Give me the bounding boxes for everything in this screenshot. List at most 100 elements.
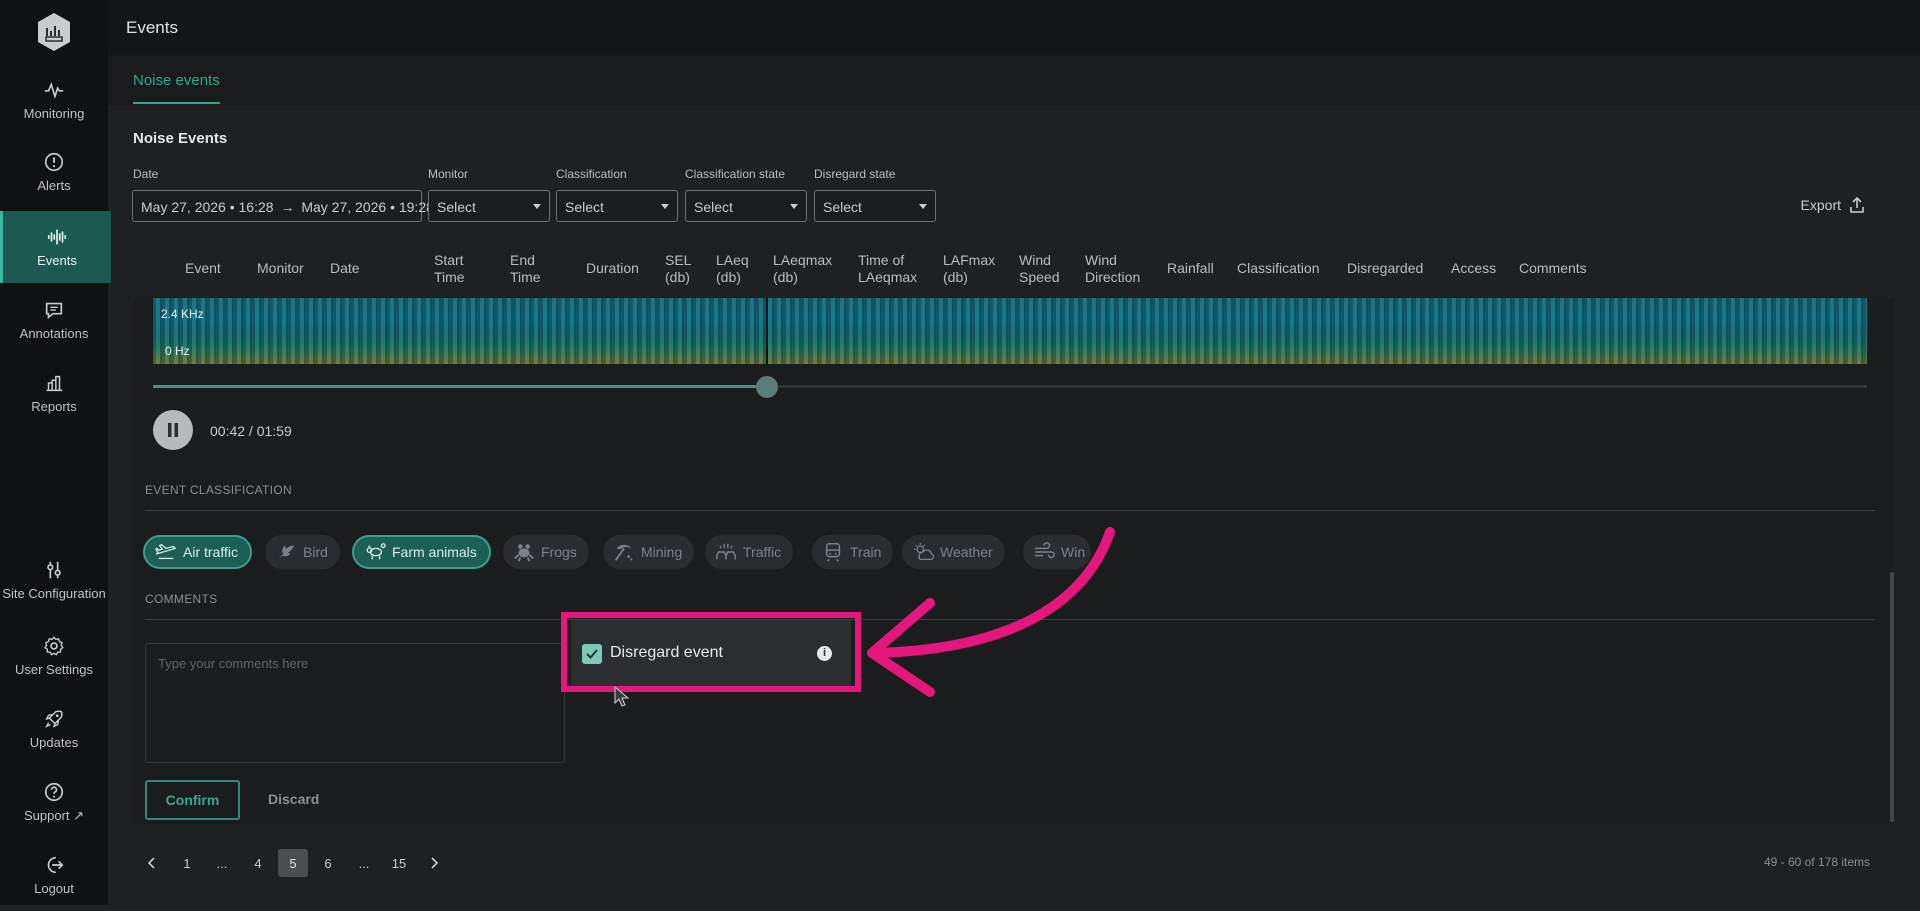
spectrogram-texture	[153, 298, 1867, 364]
sidebar-item-logout[interactable]: Logout	[0, 839, 108, 911]
column-header[interactable]: Rainfall	[1167, 260, 1214, 277]
scrollbar[interactable]	[1890, 572, 1894, 822]
classification-filter-label: Classification	[556, 167, 627, 181]
comments-heading: COMMENTS	[145, 592, 218, 606]
chip-farm-animals[interactable]: Farm animals	[352, 535, 491, 569]
disregard-state-select[interactable]: Select	[814, 190, 936, 222]
sidebar-item-events[interactable]: Events	[0, 211, 111, 283]
chip-air-traffic[interactable]: Air traffic	[143, 535, 252, 569]
pulse-icon	[44, 82, 64, 100]
upload-icon	[1850, 196, 1864, 213]
sidebar-item-label: Monitoring	[23, 106, 85, 121]
tab-noise-events[interactable]: Noise events	[133, 72, 220, 104]
sidebar-item-updates[interactable]: Updates	[0, 693, 108, 765]
logout-icon	[47, 856, 64, 874]
page-ellipsis[interactable]: ...	[207, 849, 237, 877]
sliders-icon	[47, 561, 61, 579]
column-header[interactable]: Disregarded	[1347, 260, 1423, 277]
bar-chart-icon	[46, 375, 63, 392]
sidebar: Monitoring Alerts Events Annotations Rep…	[0, 0, 111, 905]
discard-button[interactable]: Discard	[268, 791, 319, 807]
export-button[interactable]: Export	[1801, 196, 1865, 214]
next-page-button[interactable]	[420, 849, 450, 877]
column-header[interactable]: Wind Direction	[1085, 252, 1151, 286]
chip-traffic[interactable]: Traffic	[705, 535, 794, 569]
date-range-picker[interactable]: May 27, 2026 • 16:28 → May 27, 2026 • 19…	[132, 190, 434, 222]
chat-icon	[45, 302, 63, 320]
cars-icon	[716, 543, 736, 560]
caret-down-icon	[533, 204, 541, 209]
alert-icon	[44, 152, 64, 172]
chip-label: Mining	[641, 544, 683, 560]
caret-down-icon	[790, 204, 798, 209]
seek-handle[interactable]	[755, 376, 778, 398]
sidebar-item-label: Site Configuration	[2, 586, 106, 601]
page-button-active[interactable]: 5	[278, 849, 308, 877]
column-header[interactable]: Start Time	[434, 252, 474, 286]
chip-bird[interactable]: Bird	[265, 535, 340, 569]
sidebar-item-label: Events	[37, 253, 77, 268]
previous-page-button[interactable]	[136, 849, 166, 877]
column-header[interactable]: Classification	[1237, 260, 1319, 277]
page-button[interactable]: 4	[243, 849, 273, 877]
top-bar: Events	[108, 0, 1920, 55]
page-ellipsis[interactable]: ...	[349, 849, 379, 877]
chip-frogs[interactable]: Frogs	[503, 535, 589, 569]
arrow-right-icon: →	[280, 199, 295, 215]
sidebar-item-annotations[interactable]: Annotations	[0, 284, 108, 356]
bird-icon	[277, 545, 295, 560]
mouse-cursor-icon	[614, 686, 630, 707]
disregard-state-select-value: Select	[823, 199, 862, 215]
chevron-left-icon	[147, 857, 155, 869]
disregard-state-filter-label: Disregard state	[814, 167, 896, 181]
spectrogram-bottom-label: 0 Hz	[165, 344, 190, 358]
plane-icon	[155, 543, 177, 560]
column-header[interactable]: Monitor	[257, 260, 304, 277]
column-header[interactable]: SEL (db)	[665, 252, 695, 286]
page-title: Events	[126, 18, 178, 37]
sidebar-item-alerts[interactable]: Alerts	[0, 136, 108, 208]
seek-bar[interactable]	[153, 385, 1867, 388]
column-header[interactable]: Comments	[1519, 260, 1587, 277]
classification-select[interactable]: Select	[556, 190, 678, 222]
sidebar-item-user-settings[interactable]: User Settings	[0, 620, 108, 692]
app-logo[interactable]	[36, 12, 72, 52]
page-button[interactable]: 15	[384, 849, 414, 877]
sidebar-item-reports[interactable]: Reports	[0, 357, 108, 429]
classification-state-select-value: Select	[694, 199, 733, 215]
spectrogram[interactable]: 2.4 KHz 0 Hz	[153, 298, 1867, 364]
column-header[interactable]: Access	[1451, 260, 1496, 277]
classification-state-select[interactable]: Select	[685, 190, 807, 222]
gear-icon	[44, 636, 64, 656]
column-header[interactable]: LAeq (db)	[716, 252, 752, 286]
page-button[interactable]: 6	[313, 849, 343, 877]
column-header[interactable]: LAeqmax (db)	[773, 252, 839, 286]
sidebar-item-label: Alerts	[37, 178, 71, 193]
sidebar-item-label: Updates	[29, 735, 79, 750]
frog-icon	[514, 544, 534, 562]
sidebar-item-label: Annotations	[19, 326, 89, 341]
seek-bar-progress	[153, 385, 767, 388]
annotation-arrow-icon	[867, 527, 1115, 697]
sidebar-item-label: Reports	[31, 399, 77, 414]
column-header[interactable]: End Time	[510, 252, 546, 286]
column-header[interactable]: LAFmax (db)	[943, 252, 1003, 286]
chip-label: Traffic	[743, 544, 782, 560]
column-header[interactable]: Event	[185, 260, 221, 277]
column-header[interactable]: Date	[330, 260, 360, 277]
sidebar-item-support[interactable]: Support ↗	[0, 766, 108, 838]
spectrogram-top-label: 2.4 KHz	[161, 307, 204, 321]
column-header[interactable]: Duration	[586, 260, 639, 277]
date-to: May 27, 2026 • 19:28	[301, 199, 434, 215]
caret-down-icon	[919, 204, 927, 209]
column-header[interactable]: Time of LAeqmax	[858, 252, 924, 286]
column-header[interactable]: Wind Speed	[1019, 252, 1063, 286]
page-button[interactable]: 1	[172, 849, 202, 877]
monitor-select[interactable]: Select	[428, 190, 550, 222]
pause-button[interactable]	[153, 410, 193, 450]
chip-mining[interactable]: Mining	[603, 535, 695, 569]
sidebar-item-site-configuration[interactable]: Site Configuration	[0, 540, 108, 620]
confirm-button[interactable]: Confirm	[145, 780, 240, 820]
sidebar-item-monitoring[interactable]: Monitoring	[0, 64, 108, 136]
export-label: Export	[1800, 197, 1841, 213]
